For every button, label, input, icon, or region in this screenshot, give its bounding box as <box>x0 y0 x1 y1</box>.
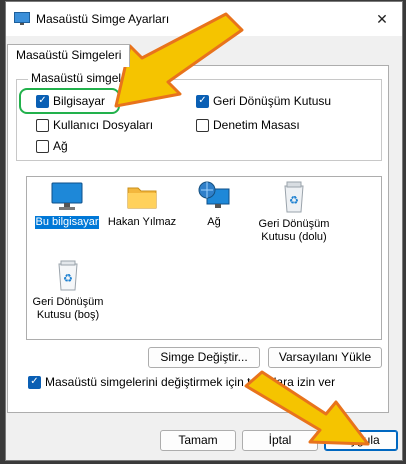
recycle-bin-full-icon: ♻ <box>284 181 304 213</box>
desktop-settings-icon <box>14 12 30 25</box>
icon-label-line-1: Geri Dönüşüm <box>32 296 104 308</box>
window-title: Masaüstü Simge Ayarları <box>36 12 170 26</box>
icon-label: Hakan Yılmaz <box>107 216 177 228</box>
svg-text:♻: ♻ <box>63 272 73 285</box>
checkbox-label: Denetim Masası <box>213 118 300 132</box>
apply-button[interactable]: Uygula <box>324 430 398 451</box>
icon-label: Bu bilgisayar <box>34 216 100 229</box>
checkbox-recycle-bin[interactable]: ✓ Geri Dönüşüm Kutusu <box>196 93 331 109</box>
checkbox-user-files[interactable]: Kullanıcı Dosyaları <box>36 117 153 133</box>
restore-default-button[interactable]: Varsayılanı Yükle <box>268 347 382 368</box>
icon-item-network[interactable]: Ağ <box>188 180 240 229</box>
tab-desktop-icons[interactable]: Masaüstü Simgeleri <box>7 44 131 67</box>
checkbox-label: Ağ <box>53 139 68 153</box>
checkbox-label: Masaüstü simgelerini değiştirmek için te… <box>45 375 336 389</box>
recycle-bin-empty-icon: ♻ <box>58 260 78 291</box>
checkbox-box[interactable] <box>36 139 49 153</box>
svg-text:♻: ♻ <box>289 194 299 207</box>
checkbox-control-panel[interactable]: Denetim Masası <box>196 117 300 133</box>
checkbox-network[interactable]: Ağ <box>36 138 68 154</box>
checkbox-allow-themes[interactable]: ✓ Masaüstü simgelerini değiştirmek için … <box>28 374 335 390</box>
icon-item-user-folder[interactable]: Hakan Yılmaz <box>106 182 178 229</box>
checkbox-box[interactable]: ✓ <box>28 375 41 389</box>
icon-label-line-1: Geri Dönüşüm <box>258 218 330 230</box>
icon-label: Ağ <box>207 216 221 228</box>
cancel-button[interactable]: İptal <box>242 430 318 451</box>
icon-label-line-2: Kutusu (boş) <box>36 309 100 321</box>
icon-item-recycle-empty[interactable]: ♻ Geri Dönüşüm Kutusu (boş) <box>30 258 106 322</box>
icon-item-recycle-full[interactable]: ♻ Geri Dönüşüm Kutusu (dolu) <box>252 180 336 244</box>
icon-label-line-2: Kutusu (dolu) <box>261 231 327 243</box>
ok-button[interactable]: Tamam <box>160 430 236 451</box>
checkbox-label: Geri Dönüşüm Kutusu <box>213 94 332 108</box>
group-title: Masaüstü simgeleri <box>28 71 138 85</box>
checkbox-box[interactable] <box>196 118 209 132</box>
icon-item-this-pc[interactable]: Bu bilgisayar <box>32 182 102 229</box>
change-icon-button[interactable]: Simge Değiştir... <box>148 347 260 368</box>
checkbox-box[interactable] <box>36 118 49 132</box>
network-globe-icon <box>198 181 230 208</box>
monitor-icon <box>51 182 83 210</box>
folder-icon <box>127 187 157 209</box>
close-icon[interactable]: ✕ <box>362 2 402 36</box>
highlight-ring <box>19 88 120 114</box>
checkbox-box[interactable]: ✓ <box>196 94 209 108</box>
title-bar: Masaüstü Simge Ayarları ✕ <box>6 2 402 36</box>
checkbox-label: Kullanıcı Dosyaları <box>53 118 154 132</box>
